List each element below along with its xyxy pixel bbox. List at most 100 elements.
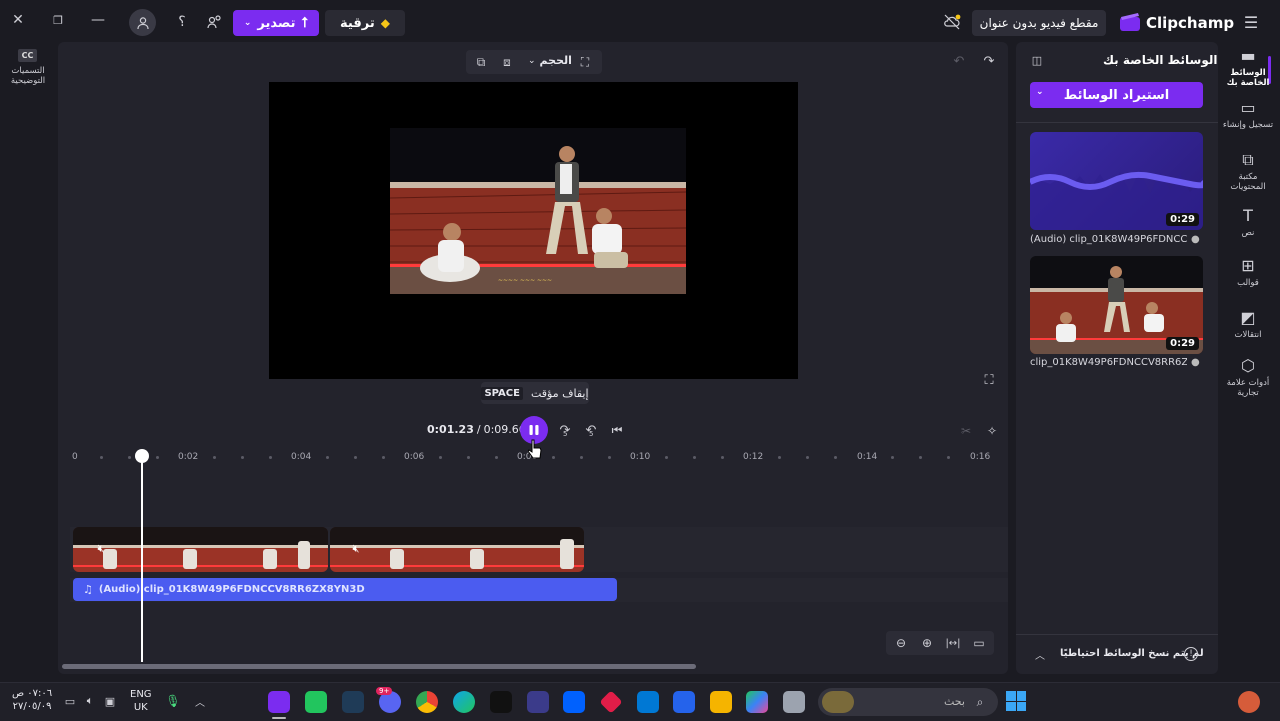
cloud-off-icon[interactable] <box>942 12 962 32</box>
muted-speaker-icon[interactable]: 🔇︎ <box>93 541 109 557</box>
fit-timeline-icon[interactable]: |↔| <box>944 634 962 652</box>
info-icon[interactable]: ! <box>1184 647 1198 661</box>
collapse-panel-icon[interactable]: ◫ <box>1029 52 1045 68</box>
tick-dot <box>269 456 272 459</box>
tick-label: 0:02 <box>178 452 199 462</box>
tray-chevron-up-icon[interactable]: ︿ <box>192 693 208 709</box>
store-icon[interactable] <box>673 691 695 713</box>
chrome-icon[interactable] <box>416 691 438 713</box>
rail-transitions[interactable]: ◩ انتقالات <box>1222 308 1274 340</box>
dropbox-icon[interactable] <box>563 691 585 713</box>
diamond-icon: ◆ <box>380 16 390 30</box>
tick-dot <box>778 456 781 459</box>
captions-panel-toggle[interactable]: CC التسميات التوضيحية <box>0 44 56 684</box>
minimize-icon[interactable]: — <box>88 10 108 30</box>
video-clip-2[interactable]: 🔇︎ <box>330 527 584 572</box>
language-indicator[interactable]: ENG UK <box>130 688 152 714</box>
clock-time: ٠٧:٠٦ ص <box>12 688 53 699</box>
skip-forward-5-icon[interactable]: ↷ 5 <box>556 421 574 439</box>
profile-avatar-icon[interactable] <box>1238 691 1260 713</box>
tick-dot <box>665 456 668 459</box>
current-time: 0:01.23 <box>427 423 474 436</box>
taskbar-search[interactable]: بحث ⌕ <box>818 688 998 716</box>
aspect-size-dropdown[interactable]: ⌄ الحجم <box>528 54 572 67</box>
file-explorer-icon[interactable] <box>710 691 732 713</box>
account-avatar[interactable] <box>129 9 156 36</box>
project-title[interactable]: مقطع فيديو بدون عنوان <box>972 10 1106 36</box>
import-media-button[interactable]: ⌄ استيراد الوسائط <box>1030 82 1203 108</box>
undo-icon[interactable]: ↶ <box>950 52 968 70</box>
steam-icon[interactable] <box>342 691 364 713</box>
camera-add-icon[interactable]: ⧉ <box>472 53 490 71</box>
help-icon[interactable]: ؟ <box>172 12 192 32</box>
windows-start-icon[interactable] <box>1006 691 1026 711</box>
close-icon[interactable]: ✕ <box>8 10 28 30</box>
video-clip-1[interactable]: 🔇︎ <box>73 527 328 572</box>
chevron-down-icon[interactable]: ⌄ <box>1036 87 1044 97</box>
library-icon: ⧉ <box>1242 150 1254 169</box>
tick-label: 0 <box>72 452 78 462</box>
brand-icon: ⬡ <box>1241 356 1255 375</box>
microphone-icon[interactable]: 🎙︎ <box>165 693 181 709</box>
clipchamp-taskbar-icon[interactable] <box>268 691 290 713</box>
network-icon[interactable]: ▣ <box>102 693 118 709</box>
rail-templates[interactable]: ⊞ قوالب <box>1222 256 1274 288</box>
teams-icon[interactable] <box>527 691 549 713</box>
playhead-handle[interactable] <box>135 449 149 463</box>
audio-clip-label: (Audio) clip_01K8W49P6FDNCCV8RR6ZX8YN3D <box>98 584 365 595</box>
playhead[interactable] <box>141 452 143 662</box>
timeline-layout-icon[interactable]: ▭ <box>970 634 988 652</box>
timeline-scrollbar[interactable] <box>62 664 696 669</box>
discord-badge: 9+ <box>376 687 393 695</box>
tick-dot <box>467 456 470 459</box>
split-scissors-icon[interactable]: ✂ <box>958 423 974 439</box>
rail-record-create[interactable]: ▭ تسجيل وإنشاء <box>1222 98 1274 130</box>
rail-text[interactable]: T نص <box>1222 206 1274 238</box>
epic-games-icon[interactable] <box>490 691 512 713</box>
zoom-controls: ⊖ ⊕ |↔| ▭ <box>886 631 994 655</box>
zoom-out-icon[interactable]: ⊖ <box>892 634 910 652</box>
rail-label: تسجيل وإنشاء <box>1222 120 1274 130</box>
restore-icon[interactable]: ❐ <box>48 10 68 30</box>
lang-top: ENG <box>130 689 152 700</box>
tick-label: 0:12 <box>743 452 764 462</box>
tick-dot <box>806 456 809 459</box>
media-item-name: clip_01K8W49P6FDNCCV8RR6ZX8Y... <box>1030 357 1187 368</box>
battery-icon[interactable]: ▭ <box>62 693 78 709</box>
audio-clip[interactable]: ♫ (Audio) clip_01K8W49P6FDNCCV8RR6ZX8YN3… <box>73 578 617 601</box>
hamburger-menu-icon[interactable]: ☰ <box>1240 12 1262 32</box>
rail-brand-kit[interactable]: ⬡ أدوات علامة تجارية <box>1222 356 1274 398</box>
muted-speaker-icon[interactable]: 🔇︎ <box>348 541 364 557</box>
jump-to-start-icon[interactable]: ⏮ <box>608 421 626 439</box>
upgrade-button[interactable]: ترقية ◆ <box>325 10 405 36</box>
tick-dot <box>213 456 216 459</box>
outlook-icon[interactable] <box>637 691 659 713</box>
tick-label: 0:16 <box>970 452 991 462</box>
rail-your-media[interactable]: ▬ الوسائط الخاصة بك <box>1222 46 1274 88</box>
tick-dot <box>326 456 329 459</box>
media-thumb-video[interactable]: 0:29 <box>1030 256 1203 354</box>
crop-fit-icon[interactable]: ⛶ <box>576 53 594 71</box>
video-preview[interactable]: ~~~~ ~~~ ~~~ <box>269 82 798 379</box>
export-button[interactable]: ⌄ تصدير ⭡ <box>233 10 319 36</box>
rail-content-library[interactable]: ⧉ مكتبة المحتويات <box>1222 150 1274 192</box>
skip-back-5-icon[interactable]: ↶ 5 <box>582 421 600 439</box>
app-red-diamond-icon[interactable] <box>599 690 623 714</box>
volume-icon[interactable]: 🔈︎ <box>82 693 98 709</box>
media-swap-icon[interactable]: ⧈ <box>498 53 516 71</box>
app-green-icon[interactable] <box>305 691 327 713</box>
chevron-up-icon[interactable]: ︿ <box>1032 646 1048 662</box>
redo-icon[interactable]: ↷ <box>980 52 998 70</box>
edge-icon[interactable] <box>453 691 475 713</box>
zoom-in-icon[interactable]: ⊕ <box>918 634 936 652</box>
clock[interactable]: ٠٧:٠٦ ص ٢٧/٠٥/٠٩ <box>12 687 52 713</box>
task-view-icon[interactable] <box>783 691 805 713</box>
tick-dot <box>834 456 837 459</box>
right-rail: ▬ الوسائط الخاصة بك ▭ تسجيل وإنشاء ⧉ مكت… <box>1222 42 1274 682</box>
magic-icon[interactable]: ✧ <box>984 423 1000 439</box>
copilot-icon[interactable] <box>746 691 768 713</box>
size-label: الحجم <box>539 54 572 67</box>
fullscreen-icon[interactable]: ⛶ <box>980 371 998 389</box>
media-thumb-audio[interactable]: 0:29 <box>1030 132 1203 230</box>
share-icon[interactable] <box>205 12 225 32</box>
